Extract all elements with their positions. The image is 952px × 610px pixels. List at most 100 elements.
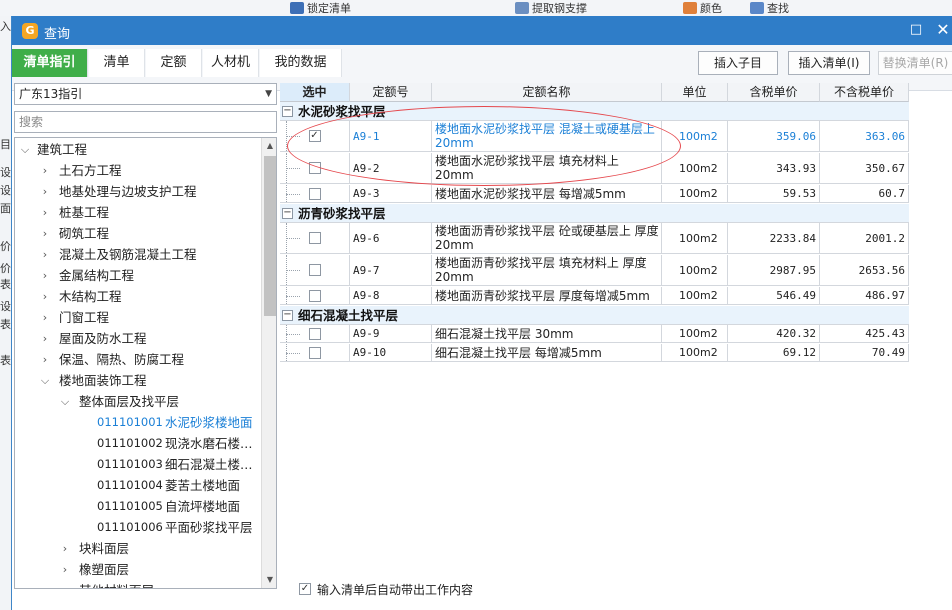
col-header-unit[interactable]: 单位 bbox=[662, 83, 728, 102]
tab-labor-material-machine[interactable]: 人材机 bbox=[203, 49, 259, 77]
col-header-selected[interactable]: 选中 bbox=[280, 83, 350, 102]
checkbox-icon[interactable] bbox=[308, 289, 321, 302]
collapse-toggle-icon[interactable]: − bbox=[282, 208, 293, 219]
collapse-arrow-icon[interactable]: ⌵ bbox=[59, 391, 71, 412]
expand-arrow-icon[interactable]: › bbox=[39, 328, 51, 349]
table-row[interactable]: A9-7 楼地面沥青砂浆找平层 填充材料上 厚度20mm 100m2 2987.95 2… bbox=[280, 255, 909, 286]
search-input[interactable] bbox=[14, 111, 277, 133]
expand-arrow-icon[interactable]: › bbox=[39, 202, 51, 223]
expand-arrow-icon[interactable]: › bbox=[59, 538, 71, 559]
expand-arrow-icon[interactable]: › bbox=[59, 580, 71, 588]
insert-list-button[interactable]: 插入清单(I) bbox=[788, 51, 870, 75]
table-row[interactable]: A9-6 楼地面沥青砂浆找平层 砼或硬基层上 厚度20mm 100m2 2233.84… bbox=[280, 223, 909, 254]
tab-list[interactable]: 清单 bbox=[89, 49, 145, 77]
row-select-cell[interactable] bbox=[280, 255, 350, 285]
bg-color-button[interactable]: 颜色 bbox=[683, 0, 722, 16]
expand-arrow-icon[interactable]: › bbox=[39, 265, 51, 286]
tree-item[interactable]: 011101003 细石混凝土楼… bbox=[15, 454, 261, 475]
row-select-cell[interactable]: ✓ bbox=[280, 121, 350, 151]
tree-item[interactable]: 011101004 菱苦土楼地面 bbox=[15, 475, 261, 496]
collapse-arrow-icon[interactable]: ⌵ bbox=[39, 370, 51, 391]
tree-item[interactable]: › 保温、隔热、防腐工程 bbox=[15, 349, 261, 370]
tree-item[interactable]: 011101002 现浇水磨石楼… bbox=[15, 433, 261, 454]
scroll-up-icon[interactable]: ▲ bbox=[262, 138, 276, 154]
close-icon[interactable]: ✕ bbox=[934, 21, 952, 39]
collapse-toggle-icon[interactable]: − bbox=[282, 106, 293, 117]
row-select-cell[interactable] bbox=[280, 223, 350, 253]
checkbox-icon[interactable] bbox=[308, 232, 321, 244]
bg-find-button[interactable]: 查找 bbox=[750, 0, 789, 16]
checkbox-icon[interactable] bbox=[308, 162, 321, 174]
expand-arrow-icon[interactable]: › bbox=[39, 223, 51, 244]
checkbox-icon[interactable] bbox=[308, 327, 321, 340]
row-select-cell[interactable] bbox=[280, 287, 350, 304]
checkbox-icon[interactable] bbox=[308, 187, 321, 200]
tree-item[interactable]: › 门窗工程 bbox=[15, 307, 261, 328]
expand-arrow-icon[interactable]: › bbox=[59, 559, 71, 580]
expand-arrow-icon[interactable]: › bbox=[39, 160, 51, 181]
col-header-name[interactable]: 定额名称 bbox=[432, 83, 662, 102]
tree-item[interactable]: › 土石方工程 bbox=[15, 160, 261, 181]
col-header-price-notax[interactable]: 不含税单价 bbox=[820, 83, 909, 102]
tab-my-data[interactable]: 我的数据 bbox=[260, 49, 342, 77]
group-row[interactable]: − 水泥砂浆找平层 bbox=[280, 102, 909, 121]
maximize-icon[interactable]: □ bbox=[908, 22, 924, 38]
table-row[interactable]: A9-9 细石混凝土找平层 30mm 100m2 420.32 425.43 bbox=[280, 325, 909, 343]
group-row[interactable]: − 沥青砂浆找平层 bbox=[280, 204, 909, 223]
tab-quota[interactable]: 定额 bbox=[146, 49, 202, 77]
tree-item[interactable]: › 桩基工程 bbox=[15, 202, 261, 223]
checkbox-icon[interactable] bbox=[308, 346, 321, 359]
table-row[interactable]: A9-8 楼地面沥青砂浆找平层 厚度每增减5mm 100m2 546.49 486.97 bbox=[280, 287, 909, 305]
expand-arrow-icon[interactable]: › bbox=[39, 349, 51, 370]
tree-item[interactable]: › 砌筑工程 bbox=[15, 223, 261, 244]
collapse-arrow-icon[interactable]: ⌵ bbox=[19, 139, 31, 160]
dialog-titlebar[interactable]: G 查询 □ ✕ bbox=[12, 16, 952, 45]
table-row[interactable]: A9-2 楼地面水泥砂浆找平层 填充材料上 20mm 100m2 343.93 350.… bbox=[280, 153, 909, 184]
checkbox-icon[interactable] bbox=[308, 264, 321, 276]
guide-select[interactable]: 广东13指引 ▼ bbox=[14, 83, 277, 105]
table-row[interactable]: A9-3 楼地面水泥砂浆找平层 每增减5mm 100m2 59.53 60.7 bbox=[280, 185, 909, 203]
price-notax-cell: 486.97 bbox=[820, 287, 909, 304]
group-row[interactable]: − 细石混凝土找平层 bbox=[280, 306, 909, 325]
tree-item[interactable]: ⌵ 楼地面装饰工程 bbox=[15, 370, 261, 391]
table-row[interactable]: ✓ A9-1 楼地面水泥砂浆找平层 混凝土或硬基层上 20mm 100m2 359.06… bbox=[280, 121, 909, 152]
checkbox-icon[interactable]: ✓ bbox=[299, 583, 311, 595]
tree-item[interactable]: 011101006 平面砂浆找平层 bbox=[15, 517, 261, 538]
expand-arrow-icon[interactable]: › bbox=[39, 286, 51, 307]
table-row[interactable]: A9-10 细石混凝土找平层 每增减5mm 100m2 69.12 70.49 bbox=[280, 344, 909, 362]
tree-item[interactable]: › 混凝土及钢筋混凝土工程 bbox=[15, 244, 261, 265]
tree-item[interactable]: › 木结构工程 bbox=[15, 286, 261, 307]
tree-item[interactable]: › 金属结构工程 bbox=[15, 265, 261, 286]
row-select-cell[interactable] bbox=[280, 153, 350, 183]
quota-name-cell: 细石混凝土找平层 每增减5mm bbox=[432, 344, 662, 361]
tree-item[interactable]: › 地基处理与边坡支护工程 bbox=[15, 181, 261, 202]
bg-lock-list-button[interactable]: 锁定清单 bbox=[290, 0, 351, 16]
row-select-cell[interactable] bbox=[280, 325, 350, 342]
replace-list-button[interactable]: 替换清单(R) bbox=[878, 51, 952, 75]
tree-item-label: 现浇水磨石楼… bbox=[165, 436, 253, 451]
checkbox-icon[interactable]: ✓ bbox=[308, 130, 321, 142]
insert-child-button[interactable]: 插入子目 bbox=[698, 51, 778, 75]
col-header-code[interactable]: 定额号 bbox=[350, 83, 432, 102]
scroll-thumb[interactable] bbox=[264, 156, 276, 316]
tree-item[interactable]: › 橡塑面层 bbox=[15, 559, 261, 580]
expand-arrow-icon[interactable]: › bbox=[39, 181, 51, 202]
tree-item[interactable]: › 其他材料面层 bbox=[15, 580, 261, 588]
tab-list-guide[interactable]: 清单指引 bbox=[12, 49, 88, 77]
expand-arrow-icon[interactable]: › bbox=[39, 244, 51, 265]
tree-scrollbar[interactable]: ▲ ▼ bbox=[261, 138, 276, 588]
tree-item[interactable]: 011101001 水泥砂浆楼地面 bbox=[15, 412, 261, 433]
collapse-toggle-icon[interactable]: − bbox=[282, 310, 293, 321]
expand-arrow-icon[interactable]: › bbox=[39, 307, 51, 328]
auto-work-content-option[interactable]: ✓ 输入清单后自动带出工作内容 bbox=[299, 582, 473, 597]
tree-item[interactable]: › 块料面层 bbox=[15, 538, 261, 559]
tree-item[interactable]: ⌵ 建筑工程 bbox=[15, 139, 261, 160]
col-header-price-tax[interactable]: 含税单价 bbox=[728, 83, 820, 102]
tree-item[interactable]: › 屋面及防水工程 bbox=[15, 328, 261, 349]
bg-extract-support-button[interactable]: 提取钢支撑 bbox=[515, 0, 587, 16]
tree-item[interactable]: 011101005 自流坪楼地面 bbox=[15, 496, 261, 517]
tree-item[interactable]: ⌵ 整体面层及找平层 bbox=[15, 391, 261, 412]
row-select-cell[interactable] bbox=[280, 344, 350, 361]
row-select-cell[interactable] bbox=[280, 185, 350, 202]
scroll-down-icon[interactable]: ▼ bbox=[262, 572, 276, 588]
